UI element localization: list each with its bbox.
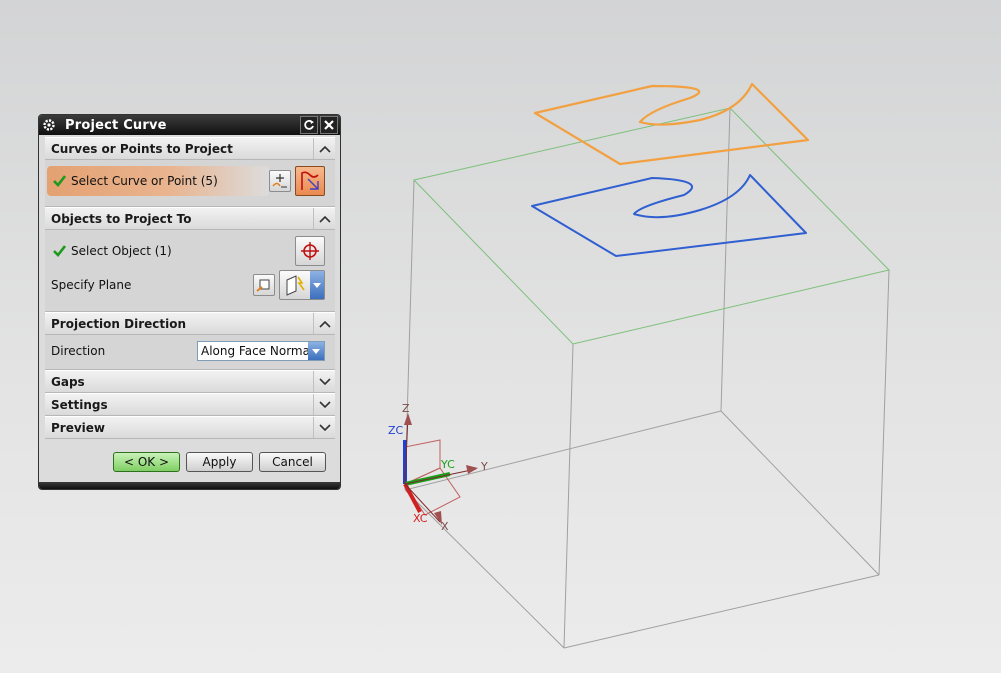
dialog-titlebar[interactable]: Project Curve (39, 115, 340, 135)
box-edge (563, 574, 880, 649)
chevron-down-icon[interactable] (313, 394, 335, 415)
section-curves-header[interactable]: Curves or Points to Project (45, 137, 335, 160)
select-curve-button[interactable] (295, 166, 325, 196)
chevron-up-icon[interactable] (313, 208, 335, 229)
x-label: X (441, 520, 449, 533)
reset-icon (304, 119, 314, 130)
select-curve-label: Select Curve or Point (5) (71, 174, 218, 188)
checkmark-icon (53, 245, 66, 257)
dropdown-arrow-icon[interactable] (308, 342, 324, 360)
box-edge (404, 410, 722, 491)
section-gaps-header[interactable]: Gaps (45, 370, 335, 393)
box-edge (720, 410, 880, 576)
projected-curve[interactable] (531, 174, 807, 257)
direction-label: Direction (51, 344, 106, 358)
section-curves-body: Select Curve or Point (5) (45, 160, 335, 207)
select-object-button[interactable] (295, 236, 325, 266)
chevron-down-icon[interactable] (313, 417, 335, 438)
close-button[interactable] (320, 116, 338, 134)
gear-icon[interactable] (39, 115, 59, 135)
box-body[interactable] (404, 107, 890, 649)
section-settings-title: Settings (51, 398, 108, 412)
xc-label: XC (413, 512, 428, 525)
project-curve-dialog: Project Curve Curves or Points to Projec… (38, 114, 341, 490)
y-label: Y (481, 460, 488, 473)
chevron-up-icon[interactable] (313, 138, 335, 159)
chevron-down-icon[interactable] (313, 371, 335, 392)
z-label: Z (402, 402, 410, 415)
box-edge (720, 107, 731, 412)
section-objects-header[interactable]: Objects to Project To (45, 207, 335, 230)
selected-curve[interactable] (533, 82, 810, 166)
section-curves-title: Curves or Points to Project (51, 142, 233, 156)
section-objects-body: Select Object (1) Specify Plane (45, 230, 335, 312)
curve-rule-button[interactable] (269, 170, 291, 192)
crosshair-icon (301, 242, 319, 260)
zc-label: ZC (388, 424, 404, 437)
checkmark-icon (53, 175, 66, 187)
box-edge (563, 343, 574, 649)
direction-value: Along Face Normal (201, 344, 314, 358)
close-icon (324, 120, 334, 130)
dialog-title: Project Curve (65, 117, 167, 133)
y-axis (404, 468, 477, 485)
chevron-up-icon[interactable] (313, 313, 335, 334)
dialog-content: Curves or Points to Project Select Curve… (45, 137, 335, 439)
dropdown-arrow-icon[interactable] (310, 271, 324, 299)
specify-plane-label: Specify Plane (51, 278, 132, 292)
yc-label: YC (441, 458, 455, 471)
direction-select[interactable]: Along Face Normal (197, 341, 325, 361)
top-face-outline (413, 107, 890, 345)
box-edge (404, 489, 565, 649)
select-curve-icon (301, 171, 319, 190)
plane-dialog-button[interactable] (253, 274, 275, 296)
section-projection-header[interactable]: Projection Direction (45, 312, 335, 335)
plane-dialog-icon (256, 279, 270, 292)
apply-button[interactable]: Apply (186, 452, 253, 472)
section-objects-title: Objects to Project To (51, 212, 192, 226)
cancel-button[interactable]: Cancel (259, 452, 326, 472)
section-projection-body: Direction Along Face Normal (45, 335, 335, 370)
ok-button[interactable]: < OK > (113, 452, 180, 472)
curve-rule-icon (272, 174, 287, 188)
reset-button[interactable] (300, 116, 318, 134)
wcs-plane-marker (404, 467, 461, 516)
box-top-face[interactable] (413, 107, 890, 345)
plane-selector[interactable] (279, 270, 325, 300)
section-preview-title: Preview (51, 421, 106, 435)
section-preview-header[interactable]: Preview (45, 416, 335, 439)
select-object-label: Select Object (1) (71, 244, 172, 258)
section-settings-header[interactable]: Settings (45, 393, 335, 416)
plane-icon (286, 275, 305, 296)
box-edge (878, 269, 890, 576)
section-gaps-title: Gaps (51, 375, 85, 389)
dialog-footer: < OK > Apply Cancel (39, 448, 340, 473)
dialog-bottom-bar (39, 482, 340, 489)
section-projection-title: Projection Direction (51, 317, 187, 331)
